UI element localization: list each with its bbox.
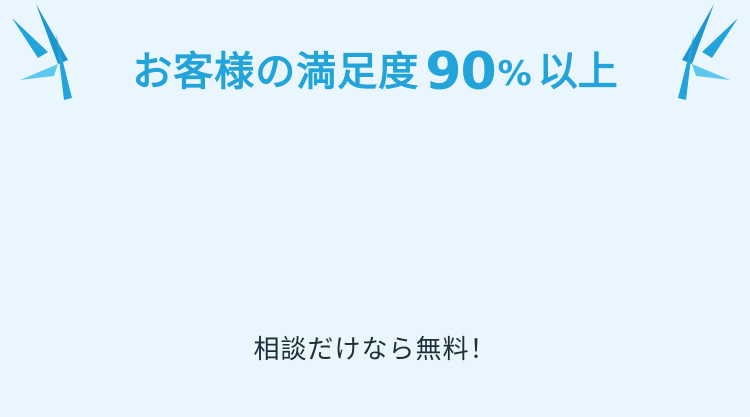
headline-suffix: 以上 <box>537 49 618 95</box>
headline-prefix: お客様の満足度 <box>132 49 420 95</box>
emphasis-lines-right-icon <box>678 4 738 100</box>
satisfaction-banner: お客様の満足度 90 % 以上 <box>0 0 750 110</box>
headline-percent: % <box>497 54 532 94</box>
satisfaction-headline: お客様の満足度 90 % 以上 <box>80 24 670 104</box>
free-consultation-text: 相談だけなら無料！ <box>253 335 497 365</box>
emphasis-lines-left-icon <box>12 4 72 100</box>
headline-number: 90 <box>425 42 496 102</box>
